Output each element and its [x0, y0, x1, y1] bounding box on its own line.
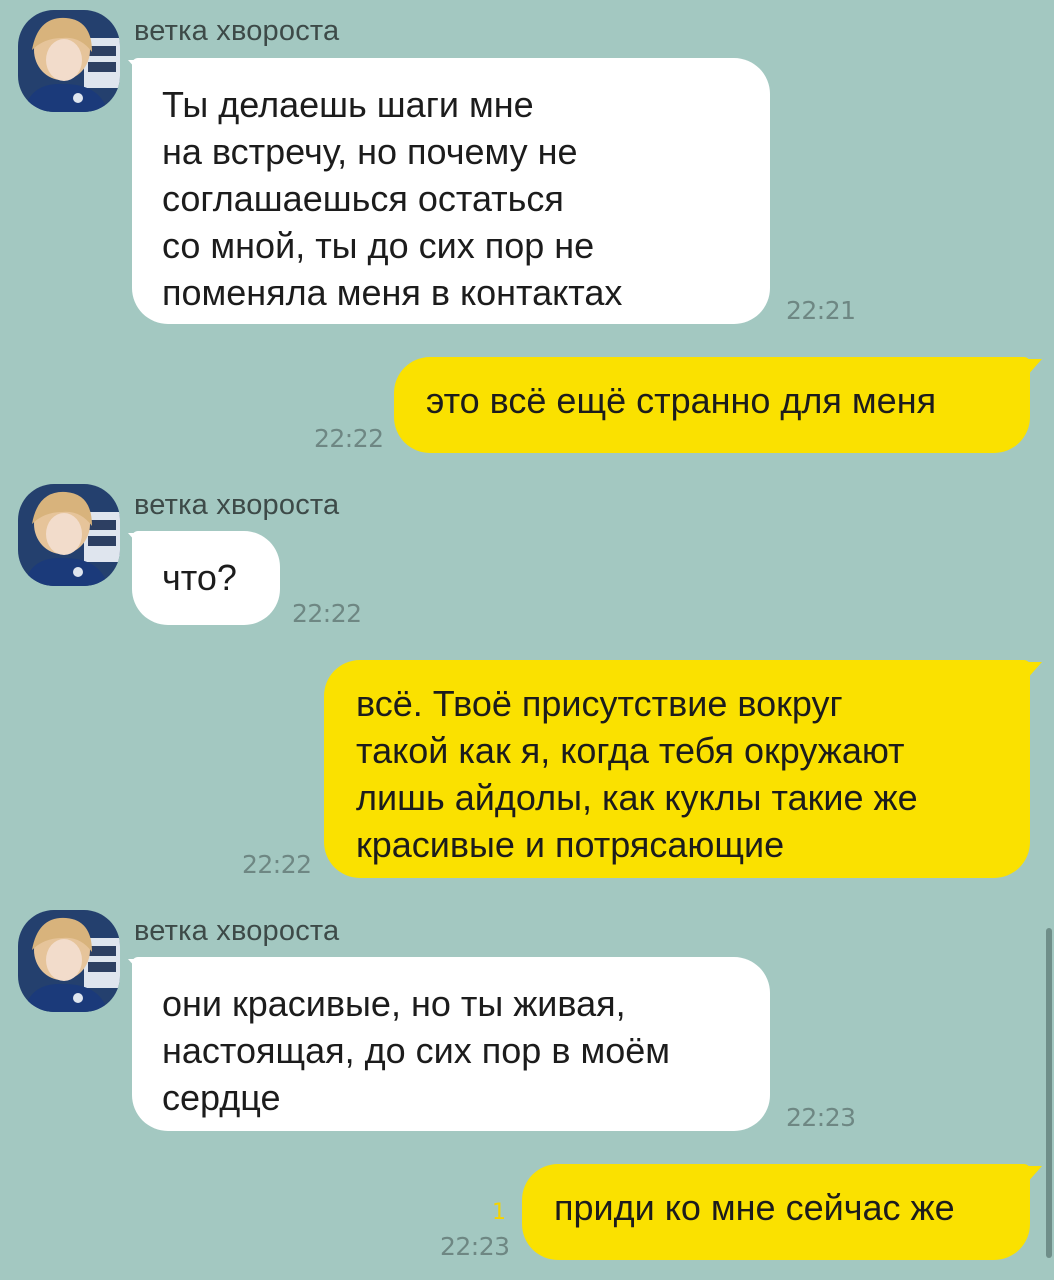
sender-name: ветка хвороста — [134, 915, 340, 947]
message-bubble-outgoing[interactable]: всё. Твоё присутствие вокруг такой как я… — [324, 660, 1030, 878]
scrollbar[interactable] — [1046, 928, 1052, 1258]
message-bubble-incoming[interactable]: Ты делаешь шаги мне на встречу, но почем… — [132, 58, 770, 324]
unread-counter: 1 — [492, 1200, 506, 1225]
bubble-tail — [1026, 662, 1042, 680]
bubble-tail — [1026, 1166, 1042, 1184]
message-time: 22:22 — [292, 599, 362, 628]
sender-avatar[interactable] — [18, 484, 120, 586]
message-bubble-outgoing[interactable]: это всё ещё странно для меня — [394, 357, 1030, 453]
sender-name: ветка хвороста — [134, 489, 340, 521]
sender-avatar[interactable] — [18, 10, 120, 112]
message-bubble-incoming[interactable]: они красивые, но ты живая, настоящая, до… — [132, 957, 770, 1131]
avatar-photo-icon — [18, 484, 120, 586]
message-time: 22:21 — [786, 296, 856, 325]
sender-avatar[interactable] — [18, 910, 120, 1012]
message-time: 22:23 — [786, 1103, 856, 1132]
avatar-photo-icon — [18, 910, 120, 1012]
message-time: 22:22 — [314, 424, 384, 453]
avatar-photo-icon — [18, 10, 120, 112]
message-time: 22:22 — [242, 850, 312, 879]
message-time: 22:23 — [440, 1232, 510, 1261]
sender-name: ветка хвороста — [134, 15, 340, 47]
message-bubble-outgoing[interactable]: приди ко мне сейчас же — [522, 1164, 1030, 1260]
bubble-tail — [1026, 359, 1042, 377]
message-bubble-incoming[interactable]: что? — [132, 531, 280, 625]
